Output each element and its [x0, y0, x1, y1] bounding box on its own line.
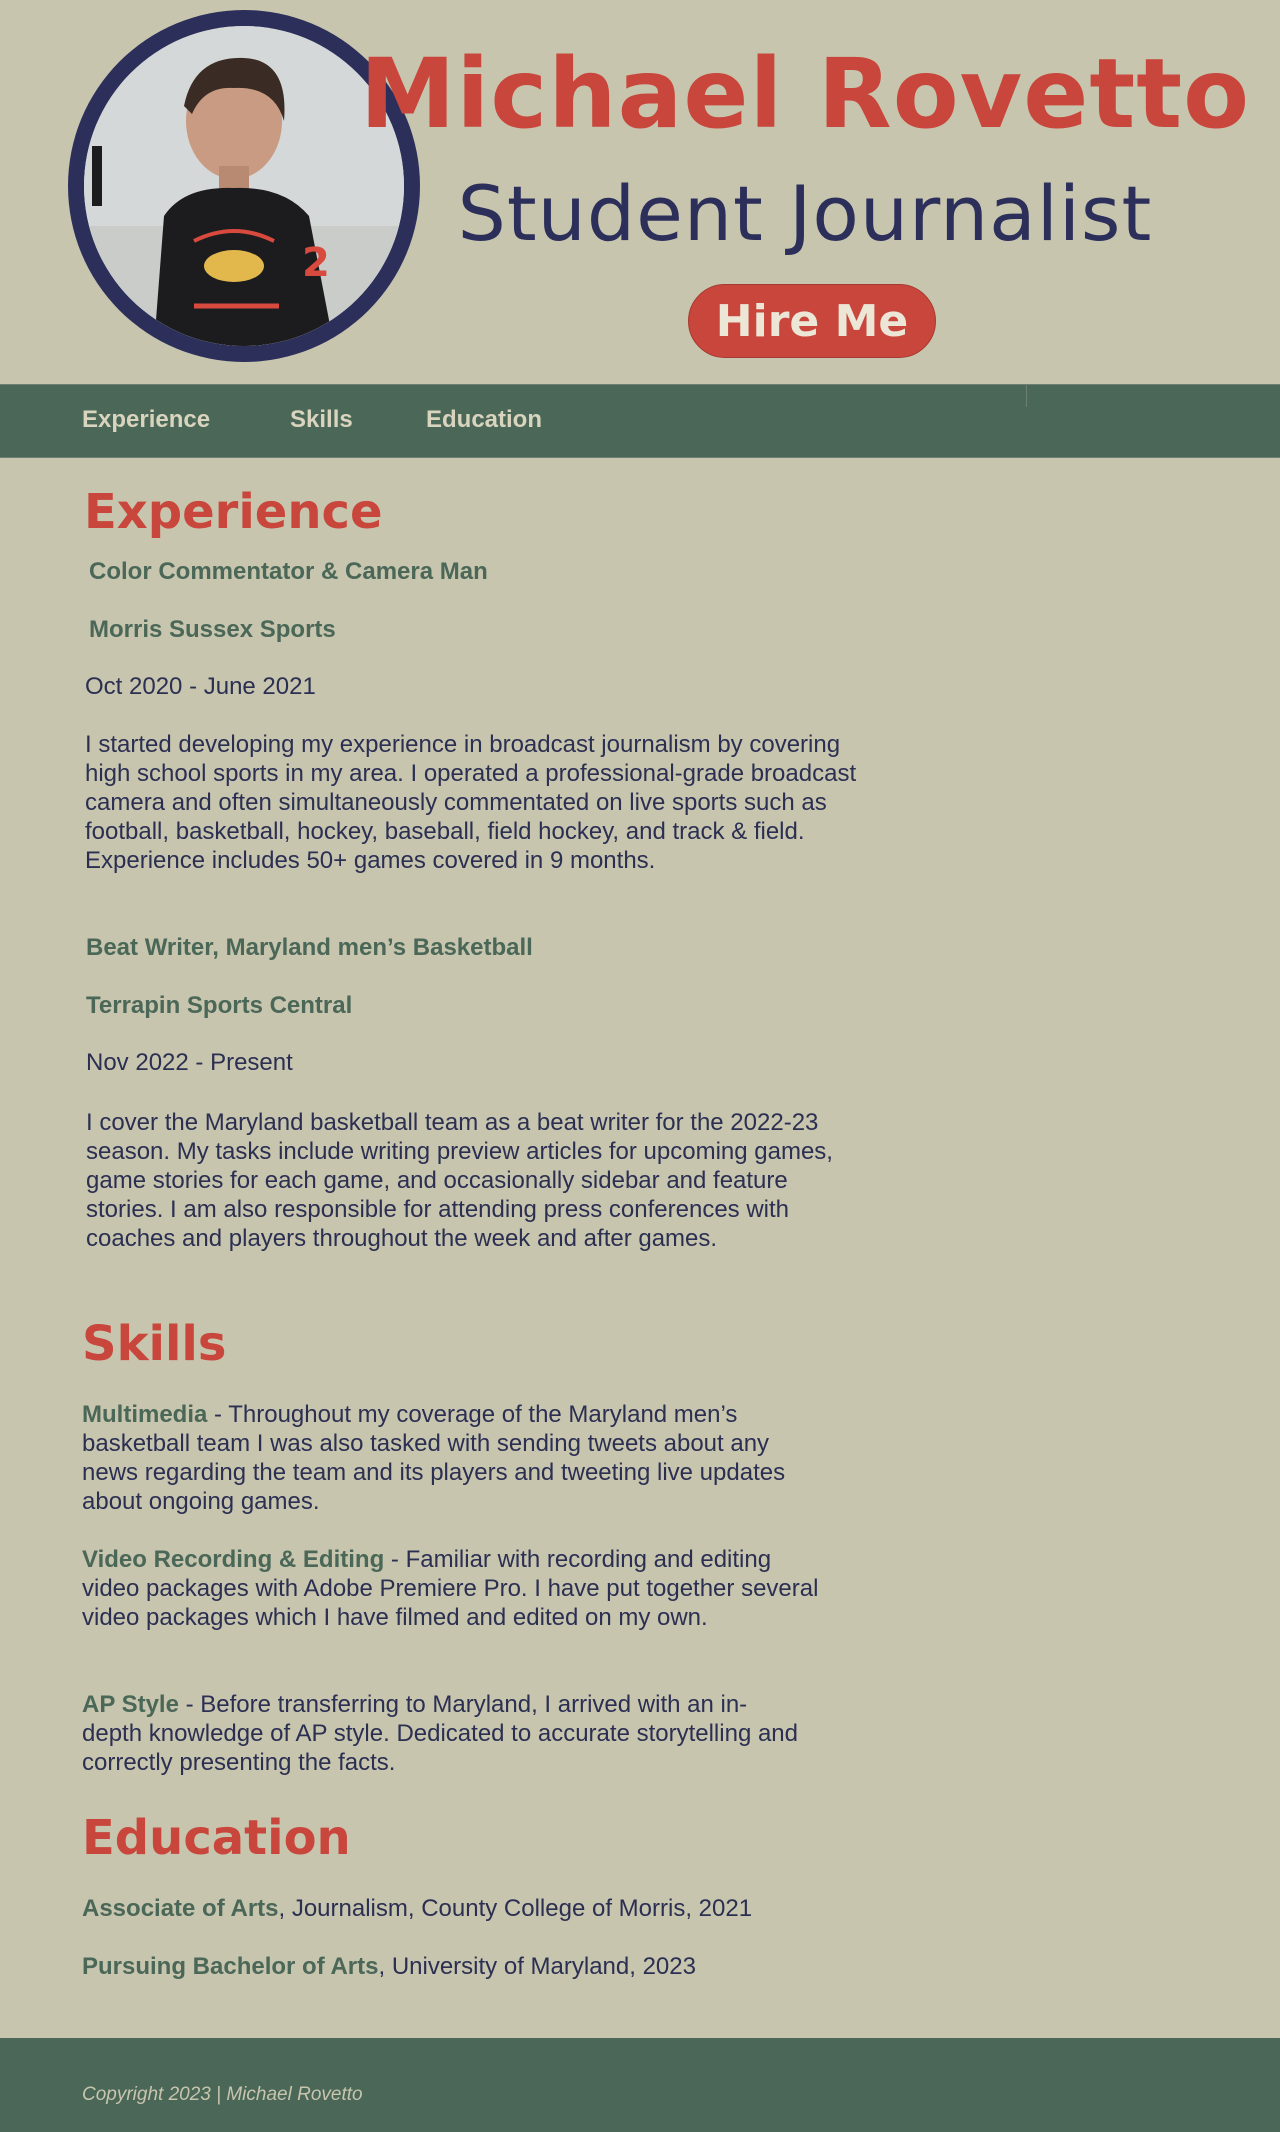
section-heading-experience: Experience — [84, 484, 383, 540]
skill-item: Video Recording & Editing - Familiar wit… — [82, 1545, 822, 1632]
job-description: I cover the Maryland basketball team as … — [86, 1109, 833, 1252]
job-role: Beat Writer, Maryland men’s Basketball — [86, 934, 533, 961]
skill-text: - Before transferring to Maryland, I arr… — [82, 1691, 799, 1776]
nav-item-experience[interactable]: Experience — [82, 406, 210, 434]
header: 2 Michael Rovetto Student Journalist Hir… — [0, 0, 1280, 384]
skill-item: AP Style - Before transferring to Maryla… — [82, 1690, 802, 1777]
job-description: I started developing my experience in br… — [85, 731, 857, 874]
job-dates: Oct 2020 - June 2021 — [85, 673, 316, 700]
job-dates: Nov 2022 - Present — [86, 1049, 293, 1076]
footer: Copyright 2023 | Michael Rovetto — [0, 2038, 1280, 2132]
hire-me-button[interactable]: Hire Me — [688, 284, 936, 358]
nav-item-education[interactable]: Education — [426, 406, 542, 434]
page-subtitle: Student Journalist — [457, 169, 1153, 258]
section-heading-skills: Skills — [82, 1316, 227, 1372]
page-title: Michael Rovetto — [359, 38, 1251, 150]
job-role: Color Commentator & Camera Man — [89, 558, 488, 585]
degree-name: Pursuing Bachelor of Arts — [82, 1953, 379, 1980]
section-heading-education: Education — [82, 1810, 351, 1866]
nav-bar: Experience Skills Education — [0, 384, 1280, 458]
skill-name: Multimedia — [82, 1401, 208, 1428]
svg-text:2: 2 — [302, 240, 330, 286]
skill-name: AP Style — [82, 1691, 179, 1718]
education-item: Associate of Arts, Journalism, County Co… — [82, 1894, 752, 1923]
skill-name: Video Recording & Editing — [82, 1546, 385, 1573]
skill-item: Multimedia - Throughout my coverage of t… — [82, 1400, 822, 1516]
education-item: Pursuing Bachelor of Arts, University of… — [82, 1952, 696, 1981]
nav-item-skills[interactable]: Skills — [290, 406, 353, 434]
job-org: Terrapin Sports Central — [86, 992, 353, 1019]
copyright-text: Copyright 2023 | Michael Rovetto — [82, 2084, 363, 2105]
degree-detail: , Journalism, County College of Morris, … — [278, 1895, 753, 1922]
degree-detail: , University of Maryland, 2023 — [378, 1953, 696, 1980]
job-org: Morris Sussex Sports — [89, 616, 336, 643]
degree-name: Associate of Arts — [82, 1895, 279, 1922]
nav-divider — [1026, 385, 1027, 407]
